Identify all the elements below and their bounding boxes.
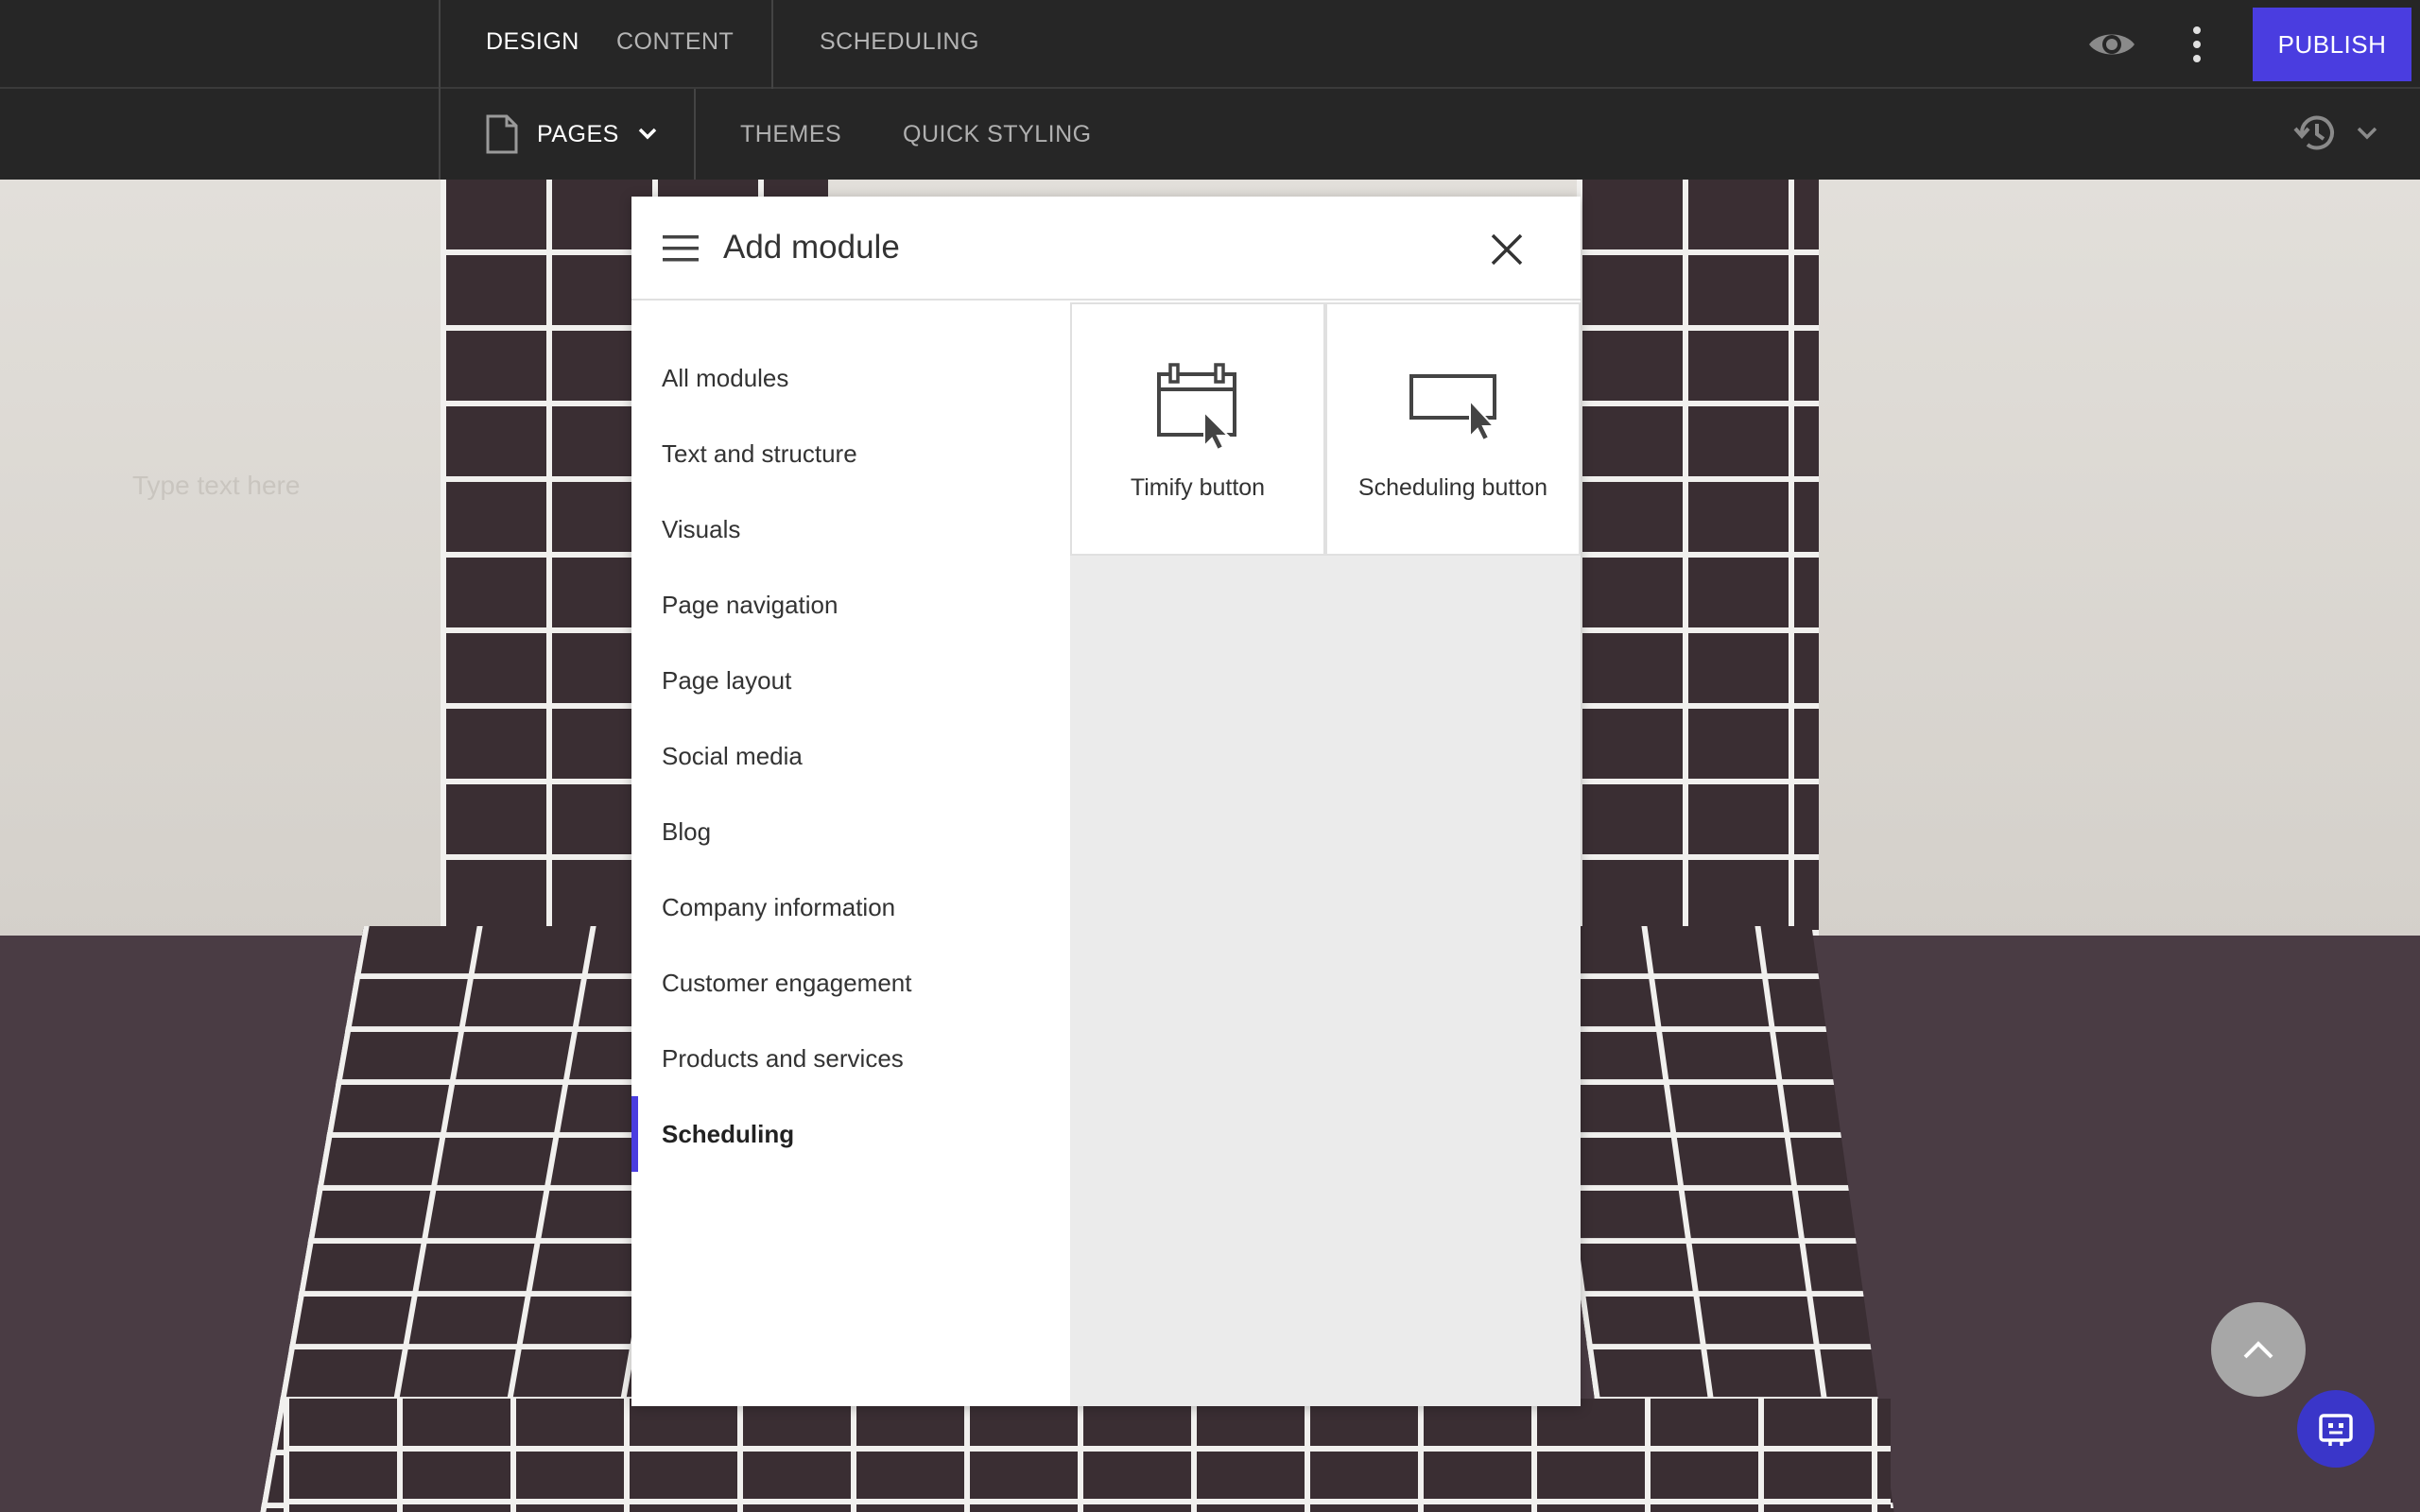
dialog-title: Add module <box>723 229 900 266</box>
history-dropdown[interactable] <box>2288 110 2382 157</box>
pages-label: PAGES <box>537 120 619 147</box>
module-label: Timify button <box>1130 474 1266 501</box>
category-page-layout[interactable]: Page layout <box>631 643 1070 718</box>
category-visuals[interactable]: Visuals <box>631 491 1070 567</box>
chevron-down-icon <box>2357 127 2377 140</box>
category-list: All modules Text and structure Visuals P… <box>631 302 1070 1406</box>
module-scheduling-button[interactable]: Scheduling button <box>1325 302 1581 556</box>
calendar-click-icon <box>1157 363 1236 452</box>
category-company-information[interactable]: Company information <box>631 869 1070 945</box>
menu-button[interactable] <box>662 231 700 266</box>
module-grid: Timify button Scheduling button <box>1070 302 1581 1406</box>
category-customer-engagement[interactable]: Customer engagement <box>631 945 1070 1021</box>
divider <box>694 89 696 180</box>
add-module-dialog: Add module All modules Text and structur… <box>631 197 1581 1406</box>
module-timify-button[interactable]: Timify button <box>1070 302 1325 556</box>
close-button[interactable] <box>1486 229 1528 270</box>
category-products-and-services[interactable]: Products and services <box>631 1021 1070 1096</box>
divider <box>439 0 441 89</box>
tab-scheduling[interactable]: SCHEDULING <box>820 28 979 56</box>
eye-icon <box>2089 34 2135 55</box>
tile-column-right <box>1577 180 1819 936</box>
chevron-down-icon <box>638 128 657 140</box>
hamburger-menu-icon <box>663 235 699 262</box>
chevron-up-icon <box>2243 1341 2273 1359</box>
pages-dropdown[interactable]: PAGES <box>486 110 657 159</box>
tab-content[interactable]: CONTENT <box>616 28 734 56</box>
publish-button[interactable]: PUBLISH <box>2253 8 2411 81</box>
category-page-navigation[interactable]: Page navigation <box>631 567 1070 643</box>
divider <box>439 89 441 180</box>
more-options-button[interactable] <box>2178 19 2216 70</box>
floor-tiles-bottom <box>284 1399 1891 1512</box>
scroll-to-top-button[interactable] <box>2211 1302 2306 1397</box>
category-text-and-structure[interactable]: Text and structure <box>631 416 1070 491</box>
text-placeholder[interactable]: Type text here <box>132 471 300 501</box>
top-bar: DESIGN CONTENT SCHEDULING PUBLISH <box>0 0 2420 89</box>
history-icon <box>2293 115 2334 150</box>
module-label: Scheduling button <box>1357 474 1548 501</box>
page-icon <box>486 114 518 154</box>
category-social-media[interactable]: Social media <box>631 718 1070 794</box>
divider <box>771 0 773 89</box>
assistant-button[interactable] <box>2297 1390 2375 1468</box>
category-all-modules[interactable]: All modules <box>631 340 1070 416</box>
tab-design[interactable]: DESIGN <box>486 28 579 56</box>
tab-themes[interactable]: THEMES <box>740 121 841 148</box>
button-click-icon <box>1409 374 1496 442</box>
dialog-header: Add module <box>631 197 1581 301</box>
sub-bar: PAGES THEMES QUICK STYLING <box>0 89 2420 180</box>
category-blog[interactable]: Blog <box>631 794 1070 869</box>
category-scheduling[interactable]: Scheduling <box>631 1096 1070 1172</box>
robot-icon <box>2319 1414 2353 1446</box>
more-vertical-icon <box>2193 26 2201 62</box>
tab-quick-styling[interactable]: QUICK STYLING <box>903 121 1092 148</box>
close-icon <box>1491 233 1523 266</box>
preview-button[interactable] <box>2085 21 2138 68</box>
